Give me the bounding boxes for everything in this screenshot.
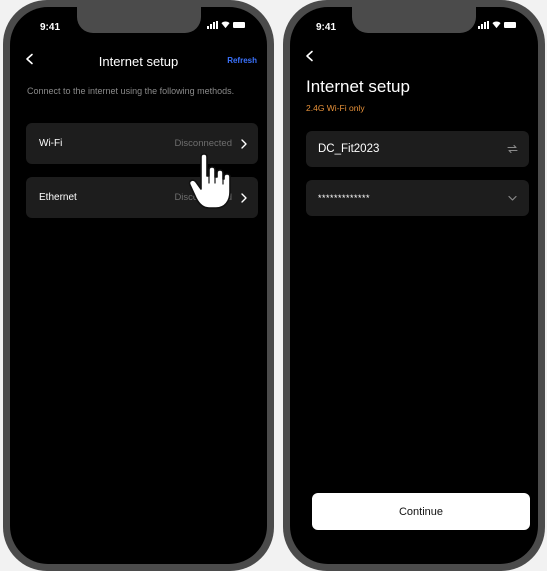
method-label: Ethernet bbox=[39, 192, 77, 203]
method-label: Wi-Fi bbox=[39, 138, 63, 149]
screen-left: 9:41 Internet setup Refresh Connect to t… bbox=[10, 7, 267, 564]
phone-frame-left: 9:41 Internet setup Refresh Connect to t… bbox=[3, 0, 274, 571]
network-name-field[interactable]: DC_Fit2023 bbox=[306, 131, 529, 167]
password-field[interactable]: ************* bbox=[306, 180, 529, 216]
chevron-right-icon bbox=[241, 192, 247, 203]
status-icons bbox=[207, 20, 245, 29]
screen-right: 9:41 Internet setup 2.4G Wi-Fi only DC_F… bbox=[290, 7, 538, 564]
notch bbox=[76, 7, 201, 33]
chevron-right-icon bbox=[241, 138, 247, 149]
battery-icon bbox=[504, 22, 516, 28]
refresh-button[interactable]: Refresh bbox=[227, 56, 257, 65]
wifi-icon bbox=[221, 21, 230, 29]
password-value: ************* bbox=[318, 193, 371, 203]
cellular-signal-icon bbox=[207, 21, 218, 29]
chevron-left-icon bbox=[306, 50, 313, 62]
continue-button[interactable]: Continue bbox=[312, 493, 530, 530]
swap-icon[interactable] bbox=[507, 144, 518, 154]
status-time: 9:41 bbox=[40, 22, 61, 33]
battery-icon bbox=[233, 22, 245, 28]
description-text: Connect to the internet using the follow… bbox=[27, 86, 235, 96]
network-name-value: DC_Fit2023 bbox=[318, 143, 380, 155]
wifi-icon bbox=[492, 21, 501, 29]
status-time: 9:41 bbox=[316, 22, 337, 33]
back-button[interactable] bbox=[304, 50, 316, 62]
notch bbox=[352, 7, 476, 33]
phone-frame-right: 9:41 Internet setup 2.4G Wi-Fi only DC_F… bbox=[283, 0, 545, 571]
tap-hand-icon bbox=[188, 153, 231, 209]
page-title: Internet setup bbox=[306, 77, 410, 96]
cellular-signal-icon bbox=[478, 21, 489, 29]
method-status: Disconnected bbox=[174, 138, 232, 149]
chevron-down-icon[interactable] bbox=[507, 193, 518, 203]
status-icons bbox=[478, 20, 516, 29]
subtitle-note: 2.4G Wi-Fi only bbox=[306, 103, 365, 113]
